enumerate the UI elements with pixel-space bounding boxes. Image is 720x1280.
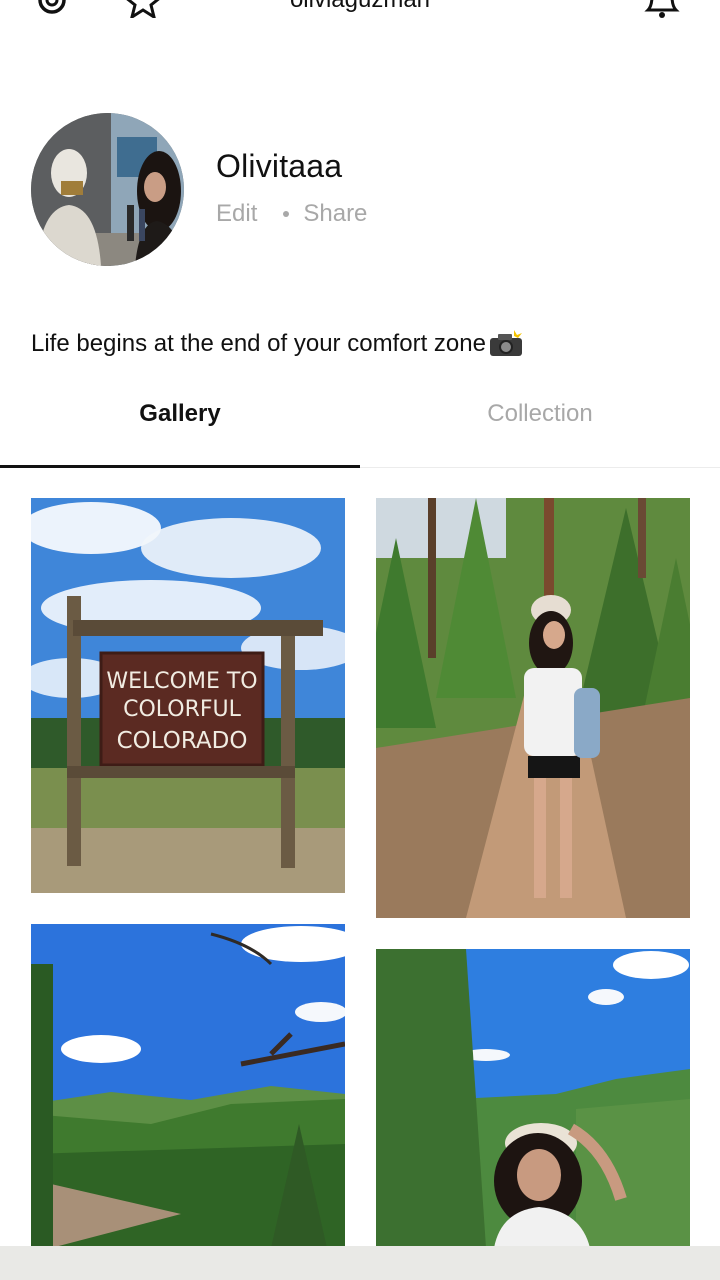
- tab-collection[interactable]: Collection: [360, 392, 720, 468]
- separator-dot: [283, 211, 290, 217]
- bell-icon[interactable]: [642, 0, 682, 18]
- bio-text: Life begins at the end of your comfort z…: [31, 330, 486, 357]
- profile-actions: Edit Share: [216, 200, 367, 228]
- display-name: Olivitaaa: [216, 148, 343, 184]
- tab-gallery[interactable]: Gallery: [0, 392, 360, 468]
- sign-line-2: COLORFUL: [123, 697, 242, 722]
- gallery-photo-mountain-valley[interactable]: [31, 924, 345, 1248]
- profile-tabs: Gallery Collection: [0, 392, 720, 468]
- top-bar: oliviaguzman: [0, 0, 720, 20]
- sign-line-3: COLORADO: [117, 728, 248, 754]
- share-button[interactable]: Share: [303, 200, 367, 228]
- avatar[interactable]: [31, 113, 184, 266]
- username-title: oliviaguzman: [0, 0, 720, 14]
- camera-flash-icon: [488, 330, 524, 358]
- gallery-photo-colorado-sign[interactable]: WELCOME TO COLORFUL COLORADO: [31, 498, 345, 893]
- gallery-photo-forest-trail[interactable]: [376, 498, 690, 918]
- gallery-photo-valley-selfie[interactable]: [376, 949, 690, 1248]
- active-tab-indicator: [0, 465, 360, 468]
- sign-line-1: WELCOME TO: [106, 669, 257, 694]
- edit-button[interactable]: Edit: [216, 200, 257, 228]
- bio: Life begins at the end of your comfort z…: [31, 330, 524, 358]
- bottom-nav-bar: [0, 1246, 720, 1280]
